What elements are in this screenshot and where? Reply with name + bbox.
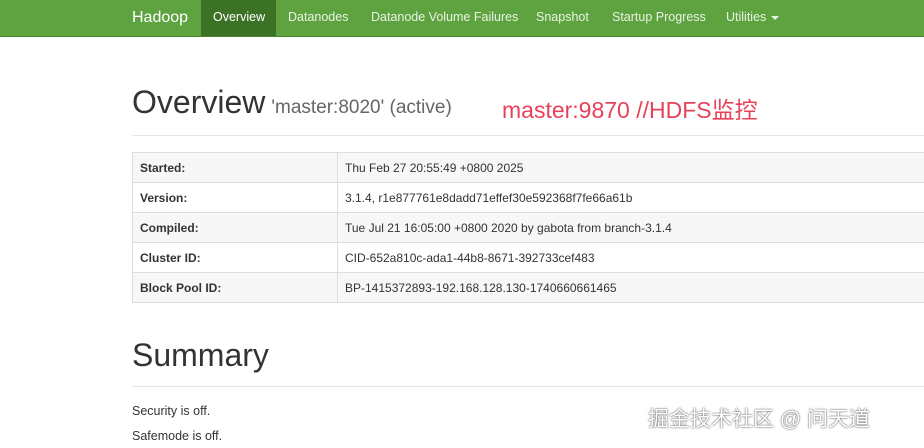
nav-datanode-volume-failures[interactable]: Datanode Volume Failures	[371, 0, 518, 36]
summary-heading: Summary	[132, 337, 269, 373]
row-value: Thu Feb 27 20:55:49 +0800 2025	[337, 152, 924, 183]
overview-info-table: Started: Thu Feb 27 20:55:49 +0800 2025 …	[132, 152, 924, 303]
brand-link[interactable]: Hadoop	[132, 0, 188, 36]
overview-title: Overview	[132, 84, 266, 120]
table-row: Version: 3.1.4, r1e877761e8dadd71effef30…	[132, 182, 924, 213]
nav-snapshot[interactable]: Snapshot	[536, 0, 589, 36]
row-value: BP-1415372893-192.168.128.130-1740660661…	[337, 272, 924, 303]
table-row: Started: Thu Feb 27 20:55:49 +0800 2025	[132, 152, 924, 183]
summary-divider	[132, 386, 924, 387]
row-value: Tue Jul 21 16:05:00 +0800 2020 by gabota…	[337, 212, 924, 243]
nav-datanodes[interactable]: Datanodes	[288, 0, 348, 36]
row-key: Block Pool ID:	[132, 272, 338, 303]
nav-overview[interactable]: Overview	[201, 0, 276, 36]
nav-utilities-label: Utilities	[726, 10, 767, 24]
watermark-text: 掘金技术社区 @ 问天道	[648, 408, 870, 431]
table-row: Block Pool ID: BP-1415372893-192.168.128…	[132, 272, 924, 303]
namenode-address: 'master:8020' (active)	[271, 97, 452, 118]
row-key: Compiled:	[132, 212, 338, 243]
row-value: CID-652a810c-ada1-44b8-8671-392733cef483	[337, 242, 924, 273]
caret-down-icon	[771, 15, 780, 20]
table-row: Cluster ID: CID-652a810c-ada1-44b8-8671-…	[132, 242, 924, 273]
row-key: Cluster ID:	[132, 242, 338, 273]
title-divider	[132, 135, 924, 136]
row-key: Version:	[132, 182, 338, 213]
red-annotation-note: master:9870 //HDFS监控	[502, 97, 758, 123]
security-status: Security is off.	[132, 404, 211, 418]
table-row: Compiled: Tue Jul 21 16:05:00 +0800 2020…	[132, 212, 924, 243]
page-title: Overview'master:8020' (active)	[132, 84, 452, 121]
nav-startup-progress[interactable]: Startup Progress	[612, 0, 706, 36]
safemode-status: Safemode is off.	[132, 429, 223, 443]
nav-utilities-dropdown[interactable]: Utilities	[726, 0, 780, 36]
row-value: 3.1.4, r1e877761e8dadd71effef30e592368f7…	[337, 182, 924, 213]
top-navbar: Hadoop Overview Datanodes Datanode Volum…	[0, 0, 924, 37]
row-key: Started:	[132, 152, 338, 183]
